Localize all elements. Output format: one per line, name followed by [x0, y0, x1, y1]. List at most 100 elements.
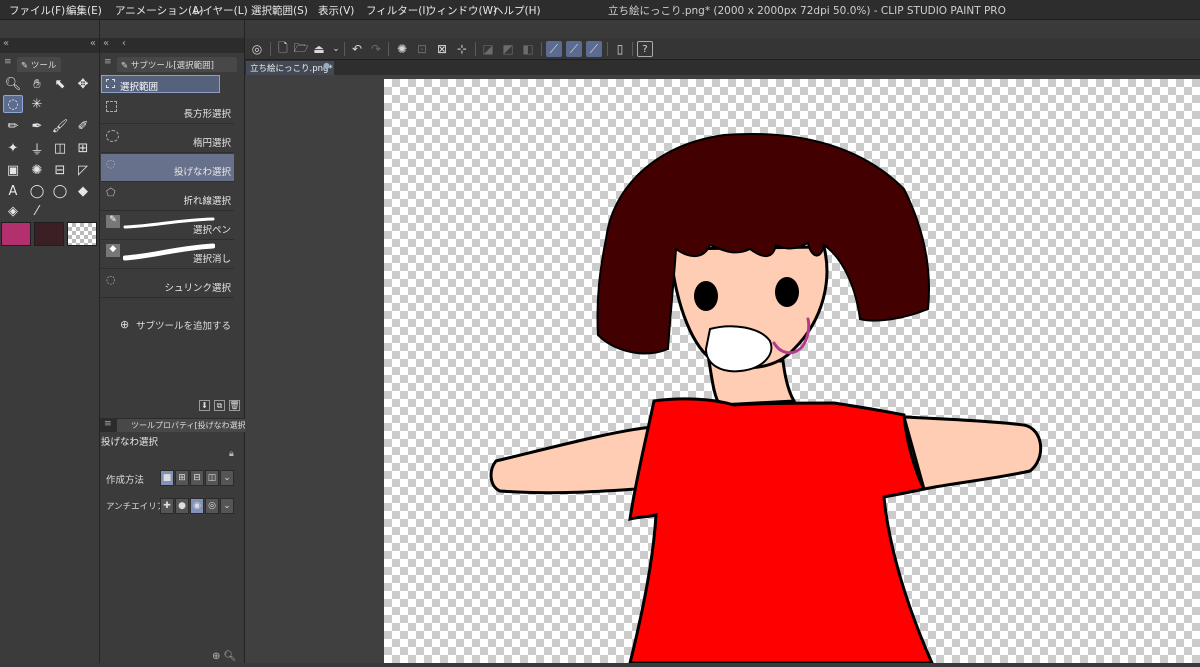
intersect-selection-icon[interactable]: ◫ [205, 470, 219, 486]
menu-help[interactable]: ヘルプ(H) [493, 3, 541, 18]
stamp-tool-icon[interactable]: ⏚ [27, 139, 47, 158]
zoom-tool-icon[interactable]: 🔍︎ [3, 75, 23, 93]
open-file-icon[interactable]: 🗁 [293, 41, 309, 57]
tab-tool-property[interactable]: ツールプロパティ[投げなわ選択] [117, 419, 252, 432]
snap-to-special-ruler-icon[interactable]: ⟋ [566, 41, 582, 57]
balloon-tool-icon[interactable]: ◯ [27, 182, 47, 200]
airbrush-tool-icon[interactable]: ✐ [73, 117, 93, 135]
ruler-tool-icon[interactable]: ◸ [73, 161, 93, 179]
menu-file[interactable]: ファイル(F) [9, 3, 65, 18]
subtool-settings-icon[interactable]: ⬇ [199, 400, 210, 411]
right-eye [775, 277, 799, 307]
subtool-select-erase[interactable]: ◆ 選択消し [101, 241, 234, 269]
collapse-icon[interactable]: « [103, 38, 109, 49]
delete-subtool-icon[interactable]: 🗑︎ [229, 400, 240, 411]
subtool-lasso-select[interactable]: ◌ 投げなわ選択 [101, 154, 234, 182]
redo-icon[interactable]: ↷ [368, 41, 384, 57]
loading-icon[interactable]: ✺ [394, 41, 410, 57]
collapse-icon[interactable]: « [90, 38, 96, 49]
add-selection-icon[interactable]: ⊞ [175, 470, 189, 486]
canvas[interactable] [384, 79, 1200, 665]
document-tab-bar [245, 60, 1200, 75]
new-selection-icon[interactable]: ■ [160, 470, 174, 486]
clip-studio-icon[interactable]: ◎ [249, 41, 265, 57]
menu-animation[interactable]: アニメーション(A) [115, 3, 203, 18]
selection-icon [106, 79, 115, 88]
fill-selection-icon[interactable]: ◩ [500, 41, 516, 57]
blend-tool-icon[interactable]: ◫ [50, 139, 70, 157]
text-tool-icon[interactable]: A [3, 182, 23, 200]
brush-tool-icon[interactable]: 🖌︎ [50, 117, 70, 135]
frame-tool-icon[interactable]: ⊟ [50, 161, 70, 179]
decoration-tool-icon[interactable]: ✦ [3, 139, 23, 157]
pen-tool-icon[interactable]: ✒︎ [27, 117, 47, 135]
collapse-icon[interactable]: « [3, 38, 9, 49]
chevron-down-icon[interactable]: ⌄ [220, 470, 234, 486]
menu-view[interactable]: 表示(V) [318, 3, 354, 18]
invert-selection-icon[interactable]: ⊠ [434, 41, 450, 57]
burst-tool-icon[interactable]: ✺ [27, 161, 47, 179]
eyedropper-tool-icon[interactable]: ⁄ [27, 202, 47, 220]
snap-to-grid-icon[interactable]: ⟋ [586, 41, 602, 57]
save-file-icon[interactable]: ⏏ [311, 41, 327, 57]
copy-subtool-icon[interactable]: ⧉ [214, 400, 225, 411]
chevron-down-icon[interactable]: ⌄ [220, 498, 234, 514]
help-icon[interactable]: ? [637, 41, 653, 57]
subtract-selection-icon[interactable]: ⊟ [190, 470, 204, 486]
layer-mask-icon[interactable]: ◧ [520, 41, 536, 57]
subtool-select-pen[interactable]: ✎ 選択ペン [101, 212, 234, 240]
tool-palette-collapse-bar[interactable]: « « [0, 38, 99, 53]
clear-selection-icon[interactable]: ⊡ [414, 41, 430, 57]
subtool-label: 長方形選択 [183, 109, 231, 120]
antialias-strong-icon[interactable]: ◎ [205, 498, 219, 514]
chevron-left-icon[interactable]: ‹ [122, 38, 126, 49]
subtool-rect-select[interactable]: 長方形選択 [101, 96, 234, 124]
lasso-tool-icon[interactable]: ◌ [3, 95, 23, 113]
menu-selection[interactable]: 選択範囲(S) [251, 3, 308, 18]
subtool-collapse-bar[interactable]: « ‹ [100, 38, 244, 53]
menu-layer[interactable]: レイヤー(L) [192, 3, 248, 18]
magic-wand-tool-icon[interactable]: ✳ [27, 95, 47, 113]
menu-bar: ファイル(F) 編集(E) アニメーション(A) レイヤー(L) 選択範囲(S)… [0, 0, 1200, 20]
antialias-none-icon[interactable]: ✚ [160, 498, 174, 514]
main-color-swatch[interactable] [1, 222, 31, 246]
zoom-control-icon[interactable]: ⊕ 🔍︎ [212, 651, 236, 662]
snap-to-ruler-icon[interactable]: ⟋ [546, 41, 562, 57]
new-file-icon[interactable]: 🗋 [275, 41, 291, 57]
gradient-tool-icon[interactable]: ▣ [3, 161, 23, 179]
balloon-tail-tool-icon[interactable]: ◯ [50, 182, 70, 200]
right-arm [901, 415, 1043, 491]
transform-icon[interactable]: ⊹ [454, 41, 470, 57]
subtool-ellipse-select[interactable]: 楕円選択 [101, 125, 234, 153]
subtool-shrink-select[interactable]: ◌ シュリンク選択 [101, 270, 234, 298]
chevron-down-icon[interactable]: ⌄ [328, 41, 344, 57]
antialias-medium-icon[interactable]: ◉ [190, 498, 204, 514]
smartphone-icon[interactable]: ▯ [612, 41, 628, 57]
document-tab[interactable]: 立ち絵にっこり.png* ● [246, 61, 334, 75]
panel-menu-icon[interactable]: ≡ [104, 57, 112, 67]
close-icon[interactable]: ● [323, 61, 330, 70]
undo-icon[interactable]: ↶ [349, 41, 365, 57]
antialias-weak-icon[interactable]: ● [175, 498, 189, 514]
subtool-group-selection[interactable]: 選択範囲 [101, 75, 220, 93]
add-subtool-button[interactable]: サブツールを追加する [136, 318, 231, 332]
menu-window[interactable]: ウィンドウ(W) [426, 3, 497, 18]
pencil-tool-icon[interactable]: ✏︎ [3, 117, 23, 135]
panel-menu-icon[interactable]: ≡ [104, 419, 112, 429]
tab-subtool[interactable]: ✎ サブツール[選択範囲] [117, 57, 237, 72]
operation-tool-icon[interactable]: ⬉ [50, 75, 70, 93]
panel-menu-icon[interactable]: ≡ [4, 57, 12, 67]
fill-tool-icon[interactable]: ◈ [3, 202, 23, 220]
hide-selection-icon[interactable]: ◪ [480, 41, 496, 57]
sub-color-swatch[interactable] [34, 222, 64, 246]
subtool-polyline-select[interactable]: ⬠ 折れ線選択 [101, 183, 234, 211]
grid-tool-icon[interactable]: ⊞ [73, 139, 93, 157]
move-layer-tool-icon[interactable]: ✥ [73, 75, 93, 93]
menu-filter[interactable]: フィルター(I) [366, 3, 430, 18]
tab-tool[interactable]: ✎ ツール [17, 57, 61, 72]
eraser-tool-icon[interactable]: ◆ [73, 182, 93, 200]
transparent-color-swatch[interactable] [67, 222, 97, 246]
menu-edit[interactable]: 編集(E) [66, 3, 102, 18]
lock-icon[interactable]: 🔒︎ [229, 449, 234, 459]
hand-tool-icon[interactable]: ✋︎ [27, 75, 47, 93]
